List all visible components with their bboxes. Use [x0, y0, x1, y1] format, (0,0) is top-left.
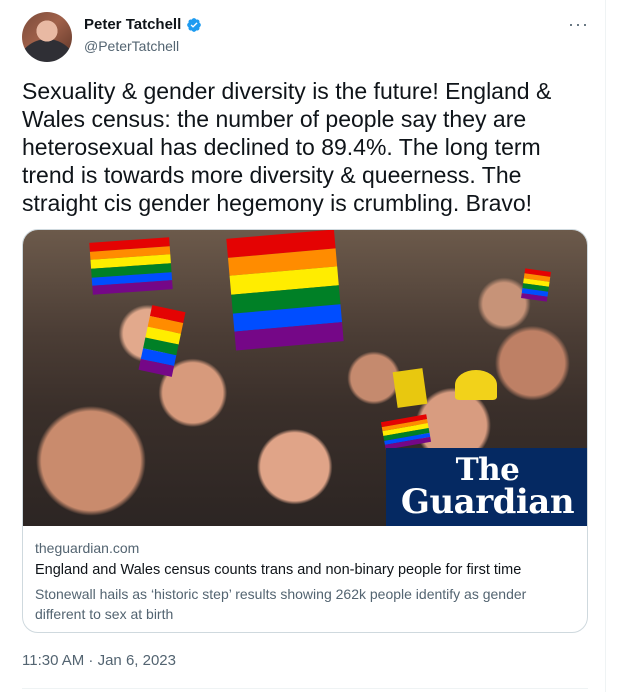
yellow-hat [455, 370, 497, 400]
tweet-timestamp[interactable]: 11:30 AM · Jan 6, 2023 [22, 652, 176, 669]
tweet-text: Sexuality & gender diversity is the futu… [22, 78, 552, 216]
author-handle[interactable]: @PeterTatchell [84, 38, 179, 54]
tweet-card: Peter Tatchell @PeterTatchell ··· Sexual… [0, 0, 606, 692]
link-preview-card[interactable]: The Guardian theguardian.com England and… [22, 229, 588, 633]
author-name-row: Peter Tatchell [84, 16, 202, 33]
link-description: Stonewall hails as ‘historic step’ resul… [35, 586, 527, 622]
rainbow-flag [138, 305, 186, 377]
rainbow-flag [89, 237, 173, 295]
link-preview-image: The Guardian [23, 230, 587, 526]
rainbow-flag [521, 268, 551, 302]
author-name[interactable]: Peter Tatchell [84, 16, 181, 33]
guardian-logo-line1: The [455, 452, 520, 488]
verified-badge-icon [187, 17, 202, 32]
guardian-logo: The Guardian [386, 448, 587, 526]
divider [22, 688, 588, 689]
rainbow-flag [380, 414, 432, 450]
yellow-flag [392, 368, 428, 408]
guardian-logo-line2: Guardian [400, 482, 575, 522]
more-options-icon[interactable]: ··· [568, 14, 589, 35]
avatar[interactable] [22, 12, 72, 62]
link-title: England and Wales census counts trans an… [35, 562, 522, 578]
link-domain: theguardian.com [35, 540, 140, 556]
rainbow-flag [226, 230, 344, 351]
